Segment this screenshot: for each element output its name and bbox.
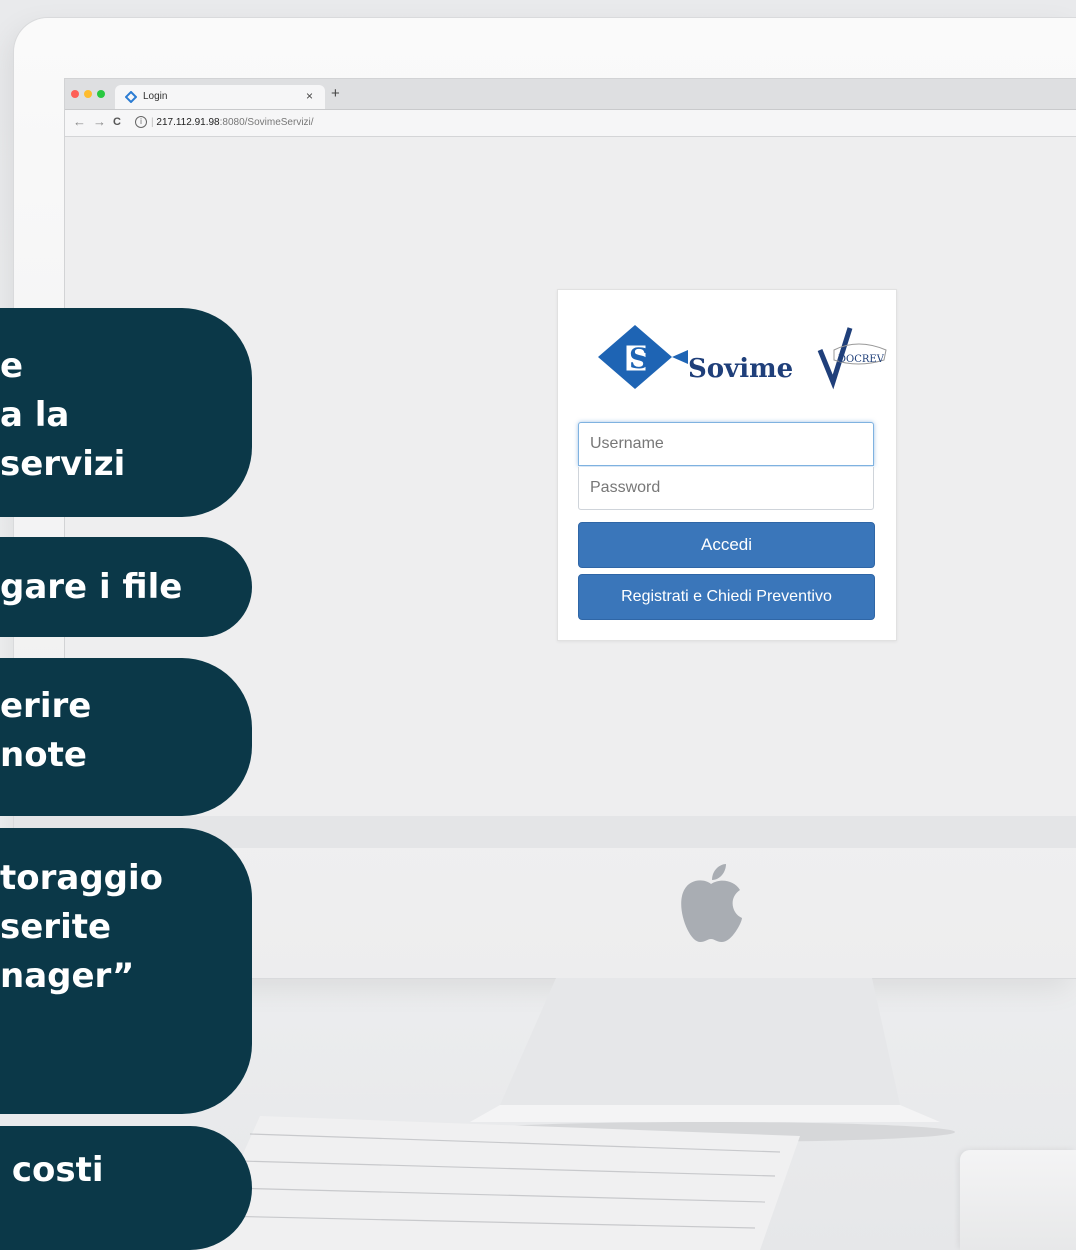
tab-title: Login [143, 91, 168, 102]
feature-pill-2: gare i file [0, 537, 252, 637]
new-tab-icon[interactable]: + [331, 85, 340, 102]
info-icon[interactable]: i [135, 116, 147, 129]
back-icon[interactable]: ← [73, 114, 86, 129]
feature-pill-4: toraggio serite nager” [0, 828, 252, 1114]
address-bar[interactable]: i | 217.112.91.98:8080/SovimeServizi/ [135, 114, 1076, 132]
url-host: 217.112.91.98 [156, 117, 220, 128]
feature-pill-5: costi [0, 1126, 252, 1250]
minimize-window-button[interactable] [84, 90, 92, 98]
feature-text-5: costi [0, 1150, 104, 1190]
username-input[interactable] [578, 422, 874, 466]
docrev-logo: DOCREV [817, 327, 887, 390]
favicon-icon [125, 91, 137, 103]
feature-text-2: gare i file [0, 567, 183, 607]
feature-text-4: toraggio serite nager” [0, 858, 164, 996]
login-card: S Sovime DOCREV Accedi Registrati e Chie… [557, 289, 897, 641]
keyboard [200, 1116, 800, 1250]
login-button[interactable]: Accedi [578, 522, 875, 568]
feature-text-1: e a la servizi [0, 346, 126, 484]
feature-text-3: erire note [0, 686, 92, 775]
close-tab-icon[interactable]: × [306, 89, 313, 103]
feature-pill-1: e a la servizi [0, 308, 252, 517]
logos: S Sovime DOCREV [598, 325, 887, 390]
trackpad [960, 1150, 1076, 1250]
apple-logo-icon [681, 864, 742, 942]
feature-pill-3: erire note [0, 658, 252, 816]
forward-icon[interactable]: → [93, 114, 106, 129]
tab-bar: Login × + [65, 79, 1076, 110]
reload-icon[interactable]: C [113, 116, 121, 128]
navigation-bar: ← → C i | 217.112.91.98:8080/SovimeServiz… [65, 110, 1076, 137]
partner-name: DOCREV [838, 354, 885, 365]
sovime-logo: S Sovime [598, 325, 793, 389]
brand-name: Sovime [688, 354, 793, 384]
maximize-window-button[interactable] [97, 90, 105, 98]
close-window-button[interactable] [71, 90, 79, 98]
window-controls [71, 90, 105, 98]
register-button[interactable]: Registrati e Chiedi Preventivo [578, 574, 875, 620]
password-input[interactable] [578, 467, 874, 510]
url-path: :8080/SovimeServizi/ [219, 117, 314, 128]
tab-login[interactable]: Login × [115, 85, 325, 109]
svg-text:S: S [629, 342, 649, 375]
